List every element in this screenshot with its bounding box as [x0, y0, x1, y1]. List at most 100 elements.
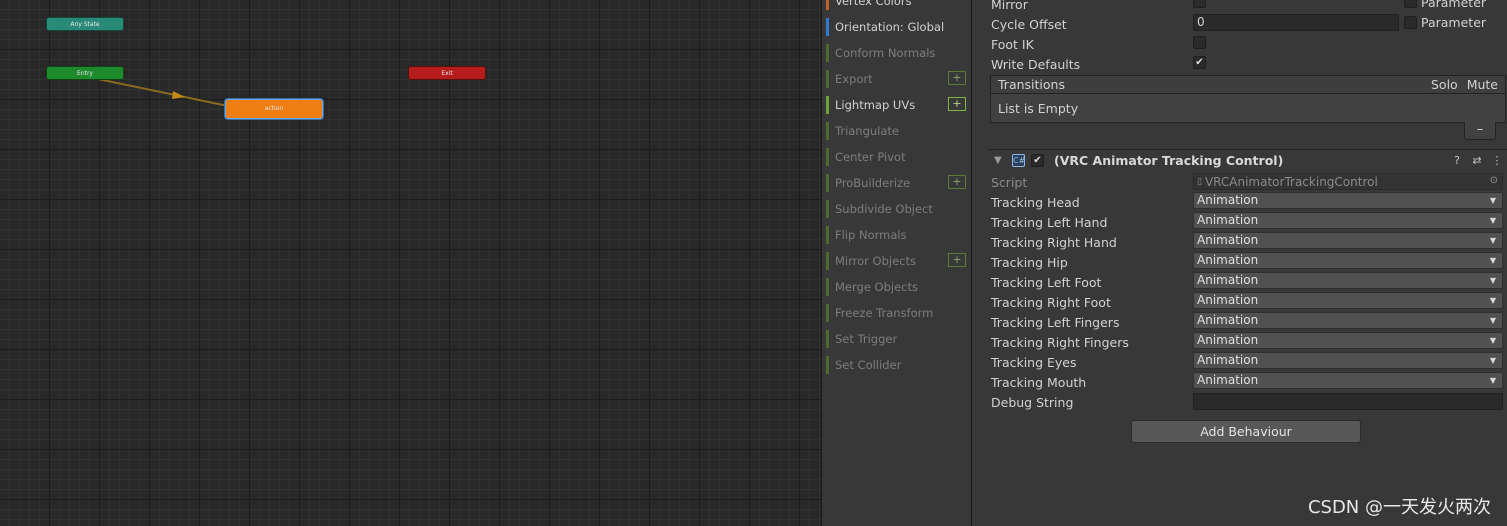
tracking-left-foot-label: Tracking Left Foot: [991, 274, 1102, 290]
toolbar-item-category-bar: [826, 44, 829, 62]
any-state-node[interactable]: Any State: [46, 17, 124, 31]
dropdown-value: Animation: [1197, 353, 1259, 367]
dropdown-value: Animation: [1197, 333, 1259, 347]
toolbar-item-probuilderize[interactable]: ProBuilderize +: [826, 173, 970, 193]
write-defaults-label: Write Defaults: [991, 56, 1081, 72]
foot-ik-checkbox[interactable]: [1193, 36, 1206, 49]
component-enabled-checkbox[interactable]: ✔: [1031, 153, 1044, 167]
tracking-mouth-dropdown[interactable]: Animation ▼: [1193, 372, 1503, 389]
toolbar-item-orientation-global[interactable]: Orientation: Global: [826, 17, 970, 37]
debug-string-field[interactable]: [1193, 393, 1503, 410]
animator-graph[interactable]: Any State Entry Exit action: [0, 0, 821, 526]
chevron-down-icon: ▼: [1489, 276, 1496, 285]
toolbar-item-label: Orientation: Global: [835, 20, 945, 34]
toolbar-item-merge-objects[interactable]: Merge Objects: [826, 277, 970, 297]
toolbar-item-flip-normals[interactable]: Flip Normals: [826, 225, 970, 245]
toolbar-item-category-bar: [826, 200, 829, 218]
toolbar-item-export[interactable]: Export +: [826, 69, 970, 89]
tracking-right-fingers-dropdown[interactable]: Animation ▼: [1193, 332, 1503, 349]
cycle-offset-parameter-checkbox[interactable]: [1404, 16, 1417, 29]
toolbar-item-category-bar: [826, 356, 829, 374]
remove-transition-button[interactable]: –: [1464, 122, 1496, 140]
tracking-left-hand-dropdown[interactable]: Animation ▼: [1193, 212, 1503, 229]
toolbar-item-label: Conform Normals: [835, 46, 936, 60]
toolbar-item-label: Triangulate: [835, 124, 900, 138]
presets-icon[interactable]: ⇄: [1467, 154, 1487, 167]
chevron-down-icon: ▼: [1489, 376, 1496, 385]
toolbar-item-category-bar: [826, 304, 829, 322]
toolbar-item-label: Vertex Colors: [835, 0, 912, 8]
component-header[interactable]: ▼ C# ✔ (VRC Animator Tracking Control) ?…: [988, 149, 1507, 170]
dropdown-value: Animation: [1197, 253, 1259, 267]
transitions-empty-message: List is Empty: [990, 94, 1506, 123]
toolbar-item-category-bar: [826, 70, 829, 88]
toolbar-item-category-bar: [826, 96, 829, 114]
foldout-arrow-icon[interactable]: ▼: [994, 155, 1006, 166]
toolbar-item-label: Flip Normals: [835, 228, 907, 242]
toolbar-item-label: Freeze Transform: [835, 306, 934, 320]
toolbar-item-conform-normals[interactable]: Conform Normals: [826, 43, 970, 63]
toolbar-item-label: Mirror Objects: [835, 254, 916, 268]
tracking-left-fingers-label: Tracking Left Fingers: [991, 314, 1120, 330]
add-behaviour-button[interactable]: Add Behaviour: [1131, 420, 1361, 443]
exit-node[interactable]: Exit: [408, 66, 486, 80]
chevron-down-icon: ▼: [1489, 336, 1496, 345]
mirror-label: Mirror: [991, 0, 1028, 12]
toolbar-item-subdivide-object[interactable]: Subdivide Object: [826, 199, 970, 219]
script-file-icon: ▯: [1197, 176, 1202, 187]
tracking-head-dropdown[interactable]: Animation ▼: [1193, 192, 1503, 209]
toolbar-item-category-bar: [826, 0, 829, 10]
probuilder-toolbar: Vertex Colors Orientation: Global Conform …: [821, 0, 972, 526]
mirror-parameter-checkbox[interactable]: [1404, 0, 1417, 8]
toolbar-item-set-trigger[interactable]: Set Trigger: [826, 329, 970, 349]
toolbar-item-lightmap-uvs[interactable]: Lightmap UVs +: [826, 95, 970, 115]
toolbar-item-mirror-objects[interactable]: Mirror Objects +: [826, 251, 970, 271]
tracking-right-hand-label: Tracking Right Hand: [991, 234, 1117, 250]
toolbar-item-category-bar: [826, 226, 829, 244]
tracking-right-hand-dropdown[interactable]: Animation ▼: [1193, 232, 1503, 249]
action-state-node[interactable]: action: [225, 99, 323, 119]
toolbar-item-category-bar: [826, 278, 829, 296]
tracking-right-fingers-label: Tracking Right Fingers: [991, 334, 1129, 350]
toolbar-item-options-button[interactable]: +: [948, 97, 966, 111]
toolbar-item-label: Center Pivot: [835, 150, 906, 164]
toolbar-item-options-button[interactable]: +: [948, 175, 966, 189]
toolbar-item-triangulate[interactable]: Triangulate: [826, 121, 970, 141]
chevron-down-icon: ▼: [1489, 316, 1496, 325]
solo-column-header: Solo: [1430, 77, 1458, 92]
write-defaults-checkbox[interactable]: ✔: [1193, 56, 1206, 69]
toolbar-item-category-bar: [826, 148, 829, 166]
toolbar-item-category-bar: [826, 252, 829, 270]
tracking-mouth-label: Tracking Mouth: [991, 374, 1087, 390]
transitions-title: Transitions: [998, 77, 1065, 92]
chevron-down-icon: ▼: [1489, 256, 1496, 265]
tracking-left-fingers-dropdown[interactable]: Animation ▼: [1193, 312, 1503, 329]
toolbar-item-category-bar: [826, 330, 829, 348]
toolbar-item-vertex-colors[interactable]: Vertex Colors: [826, 0, 970, 11]
toolbar-item-options-button[interactable]: +: [948, 253, 966, 267]
dropdown-value: Animation: [1197, 233, 1259, 247]
object-picker-icon[interactable]: ⊙: [1490, 175, 1498, 186]
toolbar-item-label: Export: [835, 72, 873, 86]
toolbar-item-set-collider[interactable]: Set Collider: [826, 355, 970, 375]
toolbar-item-category-bar: [826, 122, 829, 140]
toolbar-item-freeze-transform[interactable]: Freeze Transform: [826, 303, 970, 323]
help-icon[interactable]: ?: [1447, 154, 1467, 167]
dropdown-value: Animation: [1197, 193, 1259, 207]
dropdown-value: Animation: [1197, 273, 1259, 287]
tracking-right-foot-dropdown[interactable]: Animation ▼: [1193, 292, 1503, 309]
cycle-offset-field[interactable]: 0: [1193, 14, 1399, 31]
toolbar-item-category-bar: [826, 174, 829, 192]
cycle-offset-parameter-label: Parameter: [1421, 15, 1487, 30]
toolbar-item-center-pivot[interactable]: Center Pivot: [826, 147, 970, 167]
entry-node[interactable]: Entry: [46, 66, 124, 80]
tracking-left-foot-dropdown[interactable]: Animation ▼: [1193, 272, 1503, 289]
mirror-checkbox[interactable]: [1193, 0, 1206, 8]
tracking-eyes-dropdown[interactable]: Animation ▼: [1193, 352, 1503, 369]
transitions-header: Transitions Solo Mute: [990, 75, 1506, 94]
kebab-menu-icon[interactable]: ⋮: [1487, 154, 1507, 167]
tracking-hip-dropdown[interactable]: Animation ▼: [1193, 252, 1503, 269]
toolbar-item-label: Set Collider: [835, 358, 902, 372]
toolbar-item-label: Subdivide Object: [835, 202, 933, 216]
toolbar-item-options-button[interactable]: +: [948, 71, 966, 85]
